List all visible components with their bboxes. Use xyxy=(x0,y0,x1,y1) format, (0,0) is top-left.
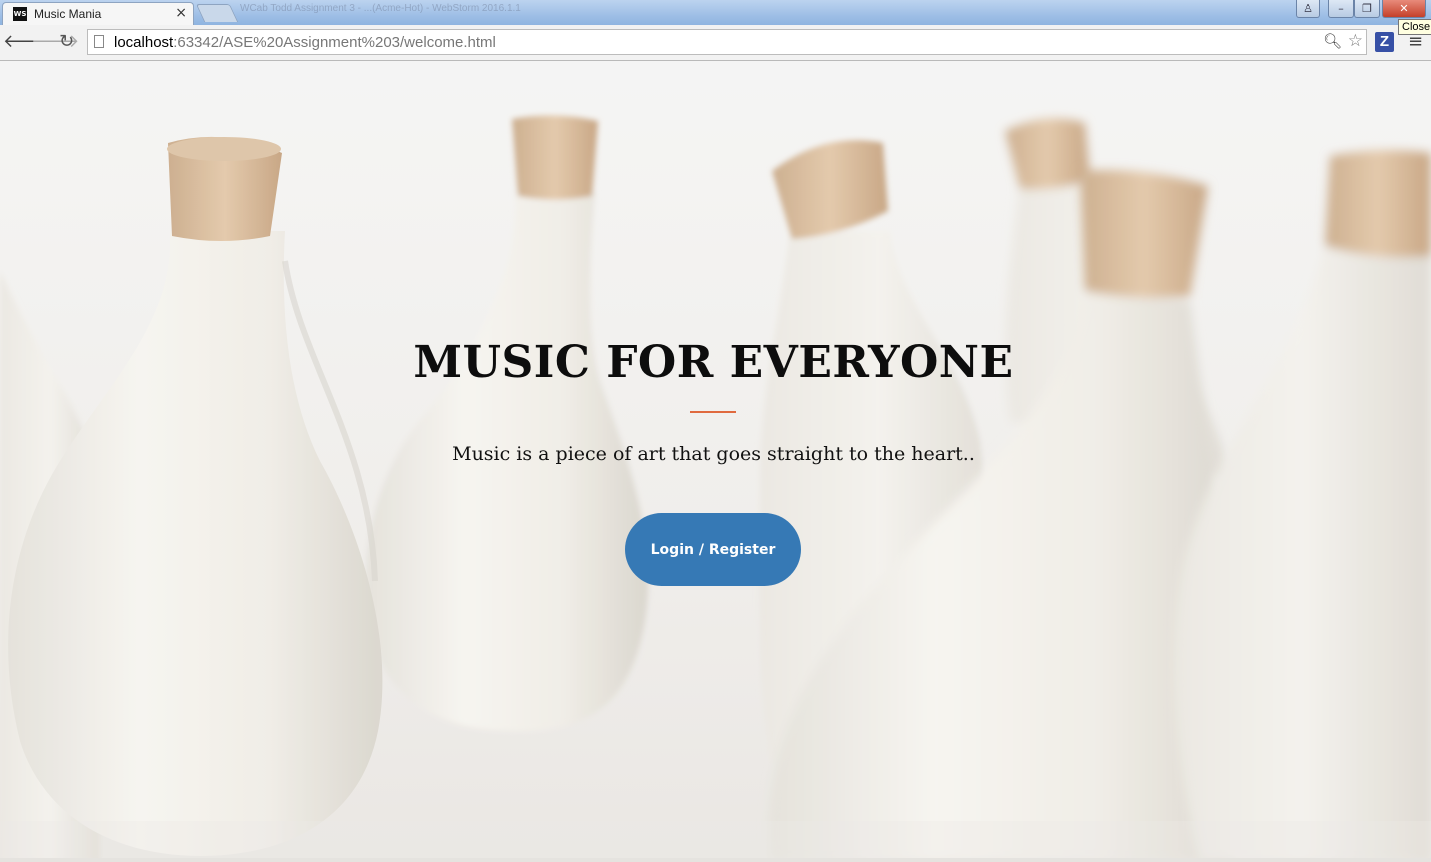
browser-tab[interactable]: WS Music Mania × xyxy=(2,2,194,25)
close-window-button[interactable]: ✕ xyxy=(1382,0,1426,18)
reload-icon[interactable]: ↻ xyxy=(59,31,74,53)
z-extension-icon[interactable]: Z xyxy=(1375,32,1394,52)
page-bottom-strip xyxy=(0,858,1431,862)
url-path: :63342/ASE%20Assignment%203/welcome.html xyxy=(173,34,496,51)
star-icon[interactable]: ☆ xyxy=(1348,31,1363,51)
address-bar[interactable]: localhost:63342/ASE%20Assignment%203/wel… xyxy=(87,29,1367,55)
hero-title: MUSIC FOR EVERYONE xyxy=(413,337,1014,388)
tab-title: Music Mania xyxy=(34,7,102,21)
browser-toolbar: 🡐 🡒 ↻ localhost:63342/ASE%20Assignment%2… xyxy=(0,25,1431,61)
close-tooltip: Close xyxy=(1398,19,1431,35)
minimize-button[interactable]: – xyxy=(1328,0,1354,18)
login-register-button[interactable]: Login / Register xyxy=(625,513,801,586)
page-viewport: MUSIC FOR EVERYONE Music is a piece of a… xyxy=(0,61,1431,862)
maximize-button[interactable]: ❐ xyxy=(1354,0,1380,18)
hero-divider xyxy=(690,411,736,413)
hero-subtitle: Music is a piece of art that goes straig… xyxy=(452,443,975,465)
url-host: localhost xyxy=(114,34,174,51)
zoom-icon[interactable]: 🔍︎ xyxy=(1323,32,1342,50)
background-window-title: WCab Todd Assignment 3 - ...(Acme-Hot) -… xyxy=(240,3,521,14)
tab-close-icon[interactable]: × xyxy=(175,5,187,21)
webstorm-favicon-icon: WS xyxy=(13,7,27,21)
user-profile-icon[interactable]: ♙ xyxy=(1296,0,1320,18)
new-tab-button[interactable] xyxy=(195,4,239,22)
page-icon xyxy=(94,35,104,48)
window-titlebar: WS Music Mania × WCab Todd Assignment 3 … xyxy=(0,0,1431,35)
url-text[interactable]: localhost:63342/ASE%20Assignment%203/wel… xyxy=(114,34,496,51)
